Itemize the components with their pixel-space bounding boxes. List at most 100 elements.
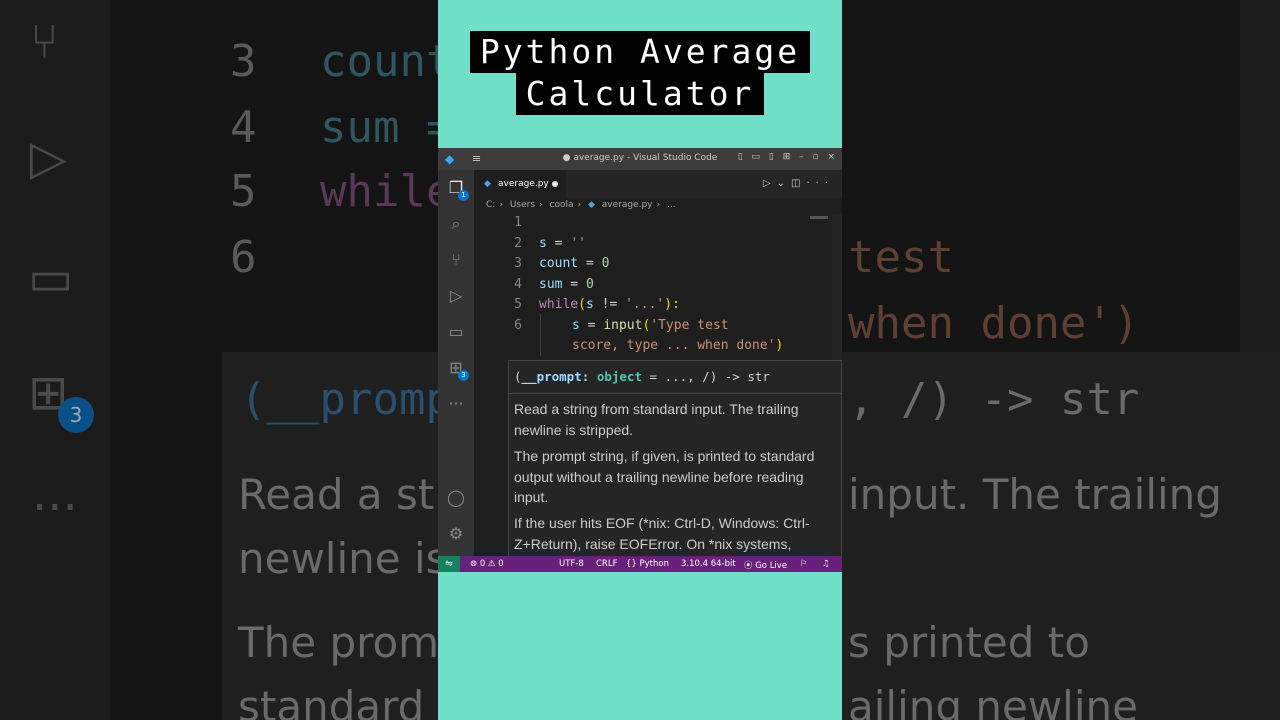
bg-more-icon: ··· — [32, 480, 78, 536]
bg-hover-text: standard — [238, 682, 425, 720]
line-number: 2 — [514, 236, 522, 251]
python-file-icon: ◆ — [484, 179, 491, 189]
chevron-down-icon[interactable]: ⌄ — [777, 178, 791, 189]
more-icon[interactable]: ··· — [446, 394, 466, 414]
code-token: ) — [775, 338, 784, 353]
video-frame: ⑂ ▷ ▭ ⊞ 3 ··· 3 4 5 6 count sum = while … — [0, 0, 1280, 720]
code-token: = — [578, 256, 602, 271]
code-token: s — [539, 236, 547, 251]
hover-tooltip: (__prompt: object = ..., /) -> str Read … — [508, 360, 842, 562]
bg-extensions-badge: 3 — [58, 397, 94, 433]
hover-paragraph: The prompt string, if given, is printed … — [514, 448, 815, 505]
tab-label: average.py — [498, 179, 549, 189]
bg-activity-bar — [0, 0, 110, 720]
activity-bar: ❐ 1 ⌕ ⑂ ▷ ▭ ⊞ 3 ··· ◯ ⚙ — [438, 170, 474, 556]
code-line-4: sum = 0 — [539, 277, 594, 292]
bg-run-debug-icon: ▷ — [30, 130, 67, 186]
code-token: = — [579, 318, 604, 333]
eol-indicator[interactable]: CRLF — [596, 559, 617, 569]
title-bar: ◆ ≡ ● average.py - Visual Studio Code ▯ … — [438, 148, 842, 170]
hover-paragraph: If the user hits EOF (*nix: Ctrl-D, Wind… — [514, 515, 810, 552]
remote-explorer-icon[interactable]: ▭ — [446, 322, 466, 342]
code-token: count — [539, 256, 579, 271]
bg-code-line: count — [320, 36, 453, 87]
chevron-right-icon: › — [656, 200, 661, 210]
hover-paragraph: Read a string from standard input. The t… — [514, 401, 799, 438]
split-editor-icon[interactable]: ◫ — [791, 178, 806, 189]
more-actions-icon[interactable]: ··· — [806, 178, 834, 189]
search-icon[interactable]: ⌕ — [446, 214, 466, 234]
breadcrumb: C: › Users › coola › ◆ average.py › ... — [486, 200, 680, 214]
code-token: 'Type test — [650, 318, 729, 333]
status-bar: ⇋ ⊗ 0 ⚠ 0 UTF-8 CRLF {} Python 3.10.4 64… — [438, 556, 842, 572]
code-token: ): — [664, 297, 680, 312]
breadcrumb-item[interactable]: average.py — [602, 200, 653, 210]
account-icon[interactable]: ◯ — [446, 488, 466, 508]
code-token: = — [546, 236, 571, 251]
chevron-right-icon: › — [539, 200, 543, 210]
code-token: 0 — [585, 277, 594, 292]
sig-token: = ..., /) -> str — [641, 369, 770, 384]
code-editor[interactable]: 1 2 3 4 5 6 s = '' count = 0 sum = 0 whi… — [474, 214, 842, 562]
problems-indicator[interactable]: ⊗ 0 ⚠ 0 — [470, 559, 504, 569]
explorer-badge: 1 — [458, 190, 469, 201]
code-token: s — [572, 318, 580, 333]
breadcrumb-item[interactable]: C: — [486, 200, 495, 210]
bg-code-line: sum = — [320, 102, 453, 153]
code-token: ( — [578, 297, 586, 312]
bg-code-line: while — [320, 166, 453, 217]
code-token: != — [593, 297, 626, 312]
go-live-label: Go Live — [755, 561, 788, 571]
code-token: = — [562, 277, 586, 292]
indent-guide — [540, 314, 541, 356]
chevron-right-icon: › — [577, 200, 582, 210]
hover-divider — [509, 393, 841, 394]
overlay-title: Python Average — [438, 31, 842, 73]
notifications-bell-icon[interactable]: ♫ — [822, 559, 830, 569]
code-token: input — [603, 318, 643, 333]
center-panel: Python Average Calculator ◆ ≡ ● average.… — [438, 0, 842, 720]
bg-code-line: test — [848, 232, 954, 283]
code-token: s — [585, 297, 594, 312]
remote-icon[interactable]: ⇋ — [438, 556, 460, 572]
source-control-icon[interactable]: ⑂ — [446, 250, 466, 270]
window-controls[interactable]: ▯ ▭ ▯ ⊞ – ▫ × — [738, 152, 838, 162]
line-number: 5 — [514, 297, 522, 312]
vscode-window: ◆ ≡ ● average.py - Visual Studio Code ▯ … — [438, 148, 842, 572]
run-file-icon[interactable]: ▷ — [763, 178, 777, 189]
tab-average-py[interactable]: ◆ average.py — [474, 170, 566, 198]
run-debug-icon[interactable]: ▷ — [446, 286, 466, 306]
code-line-3: count = 0 — [539, 256, 609, 271]
bg-hover-text: s printed to — [848, 618, 1090, 667]
panel-bottom-fill — [438, 572, 842, 720]
bg-source-control-icon: ⑂ — [30, 14, 59, 70]
bg-code-line: when done') — [848, 298, 1140, 349]
unsaved-dot-icon[interactable] — [552, 181, 558, 187]
function-signature: (__prompt: object = ..., /) -> str — [514, 369, 770, 384]
language-indicator[interactable]: {} Python — [626, 559, 669, 569]
settings-gear-icon[interactable]: ⚙ — [446, 524, 466, 544]
extensions-badge: 3 — [458, 370, 469, 381]
tab-bar: ◆ average.py ▷⌄◫··· — [474, 170, 842, 198]
code-line-6: s = input('Type test — [572, 318, 729, 333]
bg-hover-text: Read a str — [238, 470, 452, 519]
sig-token: : — [581, 369, 597, 384]
line-number: 1 — [514, 215, 522, 230]
interpreter-indicator[interactable]: 3.10.4 64-bit — [681, 559, 736, 569]
encoding-indicator[interactable]: UTF-8 — [559, 559, 584, 569]
breadcrumb-item[interactable]: Users — [510, 200, 535, 210]
breadcrumb-item[interactable]: coola — [550, 200, 574, 210]
bg-line-number: 3 — [230, 36, 257, 87]
line-number: 6 — [514, 318, 522, 333]
breadcrumb-item[interactable]: ... — [667, 200, 676, 210]
code-token: 0 — [601, 256, 610, 271]
bg-line-number: 6 — [230, 232, 257, 283]
minimap[interactable] — [810, 216, 828, 219]
go-live-button[interactable]: ⦿ Go Live — [744, 559, 787, 571]
code-token: '' — [570, 236, 586, 251]
line-number: 4 — [514, 277, 522, 292]
feedback-icon[interactable]: ⚐ — [800, 559, 808, 569]
line-number: 3 — [514, 256, 522, 271]
code-line-6-wrap: score, type ... when done') — [572, 338, 783, 353]
overlay-title-line1: Python Average — [469, 31, 811, 73]
